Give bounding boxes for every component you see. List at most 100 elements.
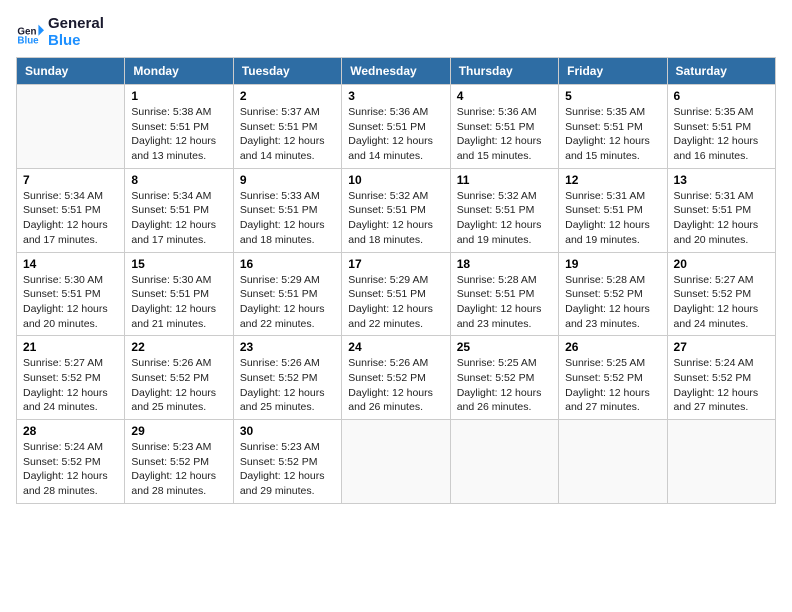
calendar-cell: 15 Sunrise: 5:30 AMSunset: 5:51 PMDayligh… — [125, 252, 233, 336]
day-number: 8 — [131, 173, 226, 187]
day-info: Sunrise: 5:23 AMSunset: 5:52 PMDaylight:… — [131, 440, 226, 499]
calendar-cell — [342, 420, 450, 504]
day-number: 9 — [240, 173, 335, 187]
day-info: Sunrise: 5:32 AMSunset: 5:51 PMDaylight:… — [348, 189, 443, 248]
calendar-cell: 13 Sunrise: 5:31 AMSunset: 5:51 PMDayligh… — [667, 168, 775, 252]
calendar-cell — [667, 420, 775, 504]
day-number: 29 — [131, 424, 226, 438]
day-number: 26 — [565, 340, 660, 354]
col-header-monday: Monday — [125, 58, 233, 85]
calendar-table: SundayMondayTuesdayWednesdayThursdayFrid… — [16, 57, 776, 504]
calendar-cell: 30 Sunrise: 5:23 AMSunset: 5:52 PMDayligh… — [233, 420, 341, 504]
calendar-cell: 1Sunrise: 5:38 AMSunset: 5:51 PMDaylight… — [125, 85, 233, 169]
day-number: 19 — [565, 257, 660, 271]
day-info: Sunrise: 5:37 AMSunset: 5:51 PMDaylight:… — [240, 105, 335, 164]
day-info: Sunrise: 5:38 AMSunset: 5:51 PMDaylight:… — [131, 105, 226, 164]
day-info: Sunrise: 5:27 AMSunset: 5:52 PMDaylight:… — [674, 273, 769, 332]
calendar-cell: 5 Sunrise: 5:35 AMSunset: 5:51 PMDaylight… — [559, 85, 667, 169]
calendar-cell: 3 Sunrise: 5:36 AMSunset: 5:51 PMDaylight… — [342, 85, 450, 169]
day-number: 30 — [240, 424, 335, 438]
day-info: Sunrise: 5:25 AMSunset: 5:52 PMDaylight:… — [565, 356, 660, 415]
day-number: 14 — [23, 257, 118, 271]
calendar-cell — [559, 420, 667, 504]
day-info: Sunrise: 5:36 AMSunset: 5:51 PMDaylight:… — [348, 105, 443, 164]
calendar-week-row: 14 Sunrise: 5:30 AMSunset: 5:51 PMDayligh… — [17, 252, 776, 336]
calendar-cell: 16Sunrise: 5:29 AMSunset: 5:51 PMDayligh… — [233, 252, 341, 336]
day-info: Sunrise: 5:26 AMSunset: 5:52 PMDaylight:… — [240, 356, 335, 415]
day-info: Sunrise: 5:24 AMSunset: 5:52 PMDaylight:… — [23, 440, 118, 499]
calendar-cell: 28 Sunrise: 5:24 AMSunset: 5:52 PMDayligh… — [17, 420, 125, 504]
day-number: 25 — [457, 340, 552, 354]
day-info: Sunrise: 5:28 AMSunset: 5:51 PMDaylight:… — [457, 273, 552, 332]
day-number: 24 — [348, 340, 443, 354]
calendar-week-row: 21 Sunrise: 5:27 AMSunset: 5:52 PMDayligh… — [17, 336, 776, 420]
day-info: Sunrise: 5:32 AMSunset: 5:51 PMDaylight:… — [457, 189, 552, 248]
day-info: Sunrise: 5:30 AMSunset: 5:51 PMDaylight:… — [23, 273, 118, 332]
day-info: Sunrise: 5:30 AMSunset: 5:51 PMDaylight:… — [131, 273, 226, 332]
calendar-cell: 11 Sunrise: 5:32 AMSunset: 5:51 PMDayligh… — [450, 168, 558, 252]
day-info: Sunrise: 5:31 AMSunset: 5:51 PMDaylight:… — [565, 189, 660, 248]
day-info: Sunrise: 5:35 AMSunset: 5:51 PMDaylight:… — [674, 105, 769, 164]
calendar-cell: 24 Sunrise: 5:26 AMSunset: 5:52 PMDayligh… — [342, 336, 450, 420]
day-number: 23 — [240, 340, 335, 354]
col-header-sunday: Sunday — [17, 58, 125, 85]
day-info: Sunrise: 5:31 AMSunset: 5:51 PMDaylight:… — [674, 189, 769, 248]
day-info: Sunrise: 5:34 AMSunset: 5:51 PMDaylight:… — [23, 189, 118, 248]
day-info: Sunrise: 5:33 AMSunset: 5:51 PMDaylight:… — [240, 189, 335, 248]
day-info: Sunrise: 5:29 AMSunset: 5:51 PMDaylight:… — [348, 273, 443, 332]
day-number: 3 — [348, 89, 443, 103]
logo-text-line1: General — [48, 16, 104, 33]
day-info: Sunrise: 5:27 AMSunset: 5:52 PMDaylight:… — [23, 356, 118, 415]
col-header-saturday: Saturday — [667, 58, 775, 85]
calendar-cell — [17, 85, 125, 169]
col-header-thursday: Thursday — [450, 58, 558, 85]
day-number: 13 — [674, 173, 769, 187]
calendar-cell: 20 Sunrise: 5:27 AMSunset: 5:52 PMDayligh… — [667, 252, 775, 336]
logo-text-line2: Blue — [48, 33, 104, 50]
day-number: 5 — [565, 89, 660, 103]
day-number: 12 — [565, 173, 660, 187]
col-header-wednesday: Wednesday — [342, 58, 450, 85]
day-number: 15 — [131, 257, 226, 271]
calendar-week-row: 28 Sunrise: 5:24 AMSunset: 5:52 PMDayligh… — [17, 420, 776, 504]
calendar-cell: 8 Sunrise: 5:34 AMSunset: 5:51 PMDaylight… — [125, 168, 233, 252]
calendar-week-row: 7 Sunrise: 5:34 AMSunset: 5:51 PMDaylight… — [17, 168, 776, 252]
day-number: 16 — [240, 257, 335, 271]
day-info: Sunrise: 5:26 AMSunset: 5:52 PMDaylight:… — [348, 356, 443, 415]
calendar-cell: 18 Sunrise: 5:28 AMSunset: 5:51 PMDayligh… — [450, 252, 558, 336]
day-info: Sunrise: 5:35 AMSunset: 5:51 PMDaylight:… — [565, 105, 660, 164]
page-header: Gen Blue General Blue — [16, 16, 776, 49]
day-number: 20 — [674, 257, 769, 271]
day-number: 2 — [240, 89, 335, 103]
day-info: Sunrise: 5:23 AMSunset: 5:52 PMDaylight:… — [240, 440, 335, 499]
day-number: 7 — [23, 173, 118, 187]
day-number: 6 — [674, 89, 769, 103]
calendar-cell: 9 Sunrise: 5:33 AMSunset: 5:51 PMDaylight… — [233, 168, 341, 252]
calendar-cell: 6 Sunrise: 5:35 AMSunset: 5:51 PMDaylight… — [667, 85, 775, 169]
day-number: 21 — [23, 340, 118, 354]
day-info: Sunrise: 5:34 AMSunset: 5:51 PMDaylight:… — [131, 189, 226, 248]
day-info: Sunrise: 5:25 AMSunset: 5:52 PMDaylight:… — [457, 356, 552, 415]
calendar-week-row: 1Sunrise: 5:38 AMSunset: 5:51 PMDaylight… — [17, 85, 776, 169]
col-header-friday: Friday — [559, 58, 667, 85]
calendar-cell: 2 Sunrise: 5:37 AMSunset: 5:51 PMDaylight… — [233, 85, 341, 169]
logo: Gen Blue General Blue — [16, 16, 104, 49]
calendar-cell: 4Sunrise: 5:36 AMSunset: 5:51 PMDaylight… — [450, 85, 558, 169]
calendar-cell — [450, 420, 558, 504]
day-number: 18 — [457, 257, 552, 271]
calendar-cell: 10 Sunrise: 5:32 AMSunset: 5:51 PMDayligh… — [342, 168, 450, 252]
calendar-cell: 21 Sunrise: 5:27 AMSunset: 5:52 PMDayligh… — [17, 336, 125, 420]
calendar-cell: 19Sunrise: 5:28 AMSunset: 5:52 PMDayligh… — [559, 252, 667, 336]
day-number: 28 — [23, 424, 118, 438]
calendar-cell: 14 Sunrise: 5:30 AMSunset: 5:51 PMDayligh… — [17, 252, 125, 336]
calendar-cell: 29 Sunrise: 5:23 AMSunset: 5:52 PMDayligh… — [125, 420, 233, 504]
day-info: Sunrise: 5:24 AMSunset: 5:52 PMDaylight:… — [674, 356, 769, 415]
calendar-cell: 26 Sunrise: 5:25 AMSunset: 5:52 PMDayligh… — [559, 336, 667, 420]
day-info: Sunrise: 5:26 AMSunset: 5:52 PMDaylight:… — [131, 356, 226, 415]
day-number: 10 — [348, 173, 443, 187]
col-header-tuesday: Tuesday — [233, 58, 341, 85]
day-number: 11 — [457, 173, 552, 187]
calendar-cell: 22Sunrise: 5:26 AMSunset: 5:52 PMDayligh… — [125, 336, 233, 420]
day-number: 17 — [348, 257, 443, 271]
calendar-cell: 12 Sunrise: 5:31 AMSunset: 5:51 PMDayligh… — [559, 168, 667, 252]
